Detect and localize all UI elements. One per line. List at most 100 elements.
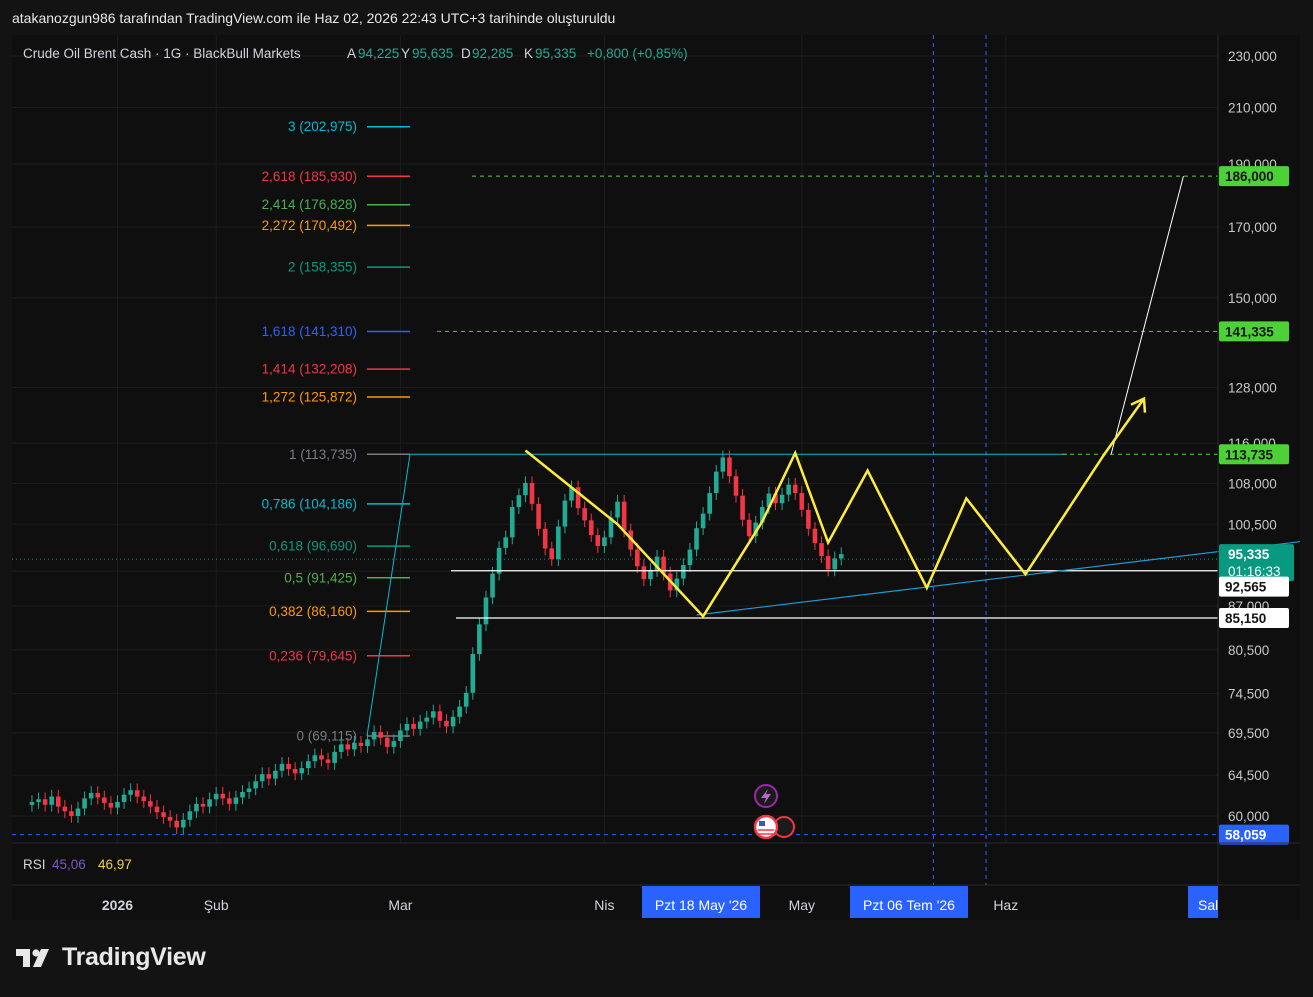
- time-tick-label: Şub: [204, 897, 229, 913]
- support-price-label: 92,565: [1225, 580, 1267, 595]
- event-icons[interactable]: [753, 784, 795, 840]
- crosshair-date-labels: Pzt 18 May '26 Pzt 06 Tem '26 Sal: [642, 886, 1218, 918]
- candle-body: [536, 503, 541, 529]
- candle-body: [832, 558, 837, 570]
- legend-d-label: D: [461, 46, 471, 61]
- candle-body: [720, 457, 726, 472]
- candle-body: [49, 796, 54, 805]
- fib-label: 3 (202,975): [288, 119, 357, 134]
- legend-k-value: 95,335: [535, 46, 576, 61]
- grid: [12, 35, 1218, 885]
- projection-line[interactable]: [1110, 175, 1184, 455]
- candle-body: [437, 711, 443, 721]
- candle-body: [549, 548, 555, 560]
- legend-y-value: 95,635: [412, 46, 453, 61]
- legend-ohlc: A 94,225 Y 95,635 D 92,285 K 95,335 +0,8…: [347, 46, 688, 61]
- candle-body: [69, 811, 74, 816]
- chart-attribution: atakanozgun986 tarafından TradingView.co…: [12, 10, 616, 26]
- price-tick-label: 69,500: [1228, 726, 1269, 741]
- price-tick-label: 108,000: [1228, 477, 1277, 492]
- fib-label: 1,618 (141,310): [262, 324, 357, 339]
- candle-body: [700, 513, 706, 529]
- candle-body: [82, 798, 87, 809]
- candle-body: [424, 717, 430, 722]
- candle-body: [450, 716, 456, 727]
- candle-body: [345, 744, 351, 750]
- fib-label: 0,786 (104,186): [262, 496, 357, 511]
- candle-body: [233, 797, 239, 804]
- target-price-label: 141,335: [1225, 324, 1274, 339]
- candle-body: [713, 471, 719, 494]
- fib-label: 2,414 (176,828): [262, 197, 357, 212]
- candles: [29, 450, 844, 835]
- candle-body: [167, 816, 173, 821]
- fib-label: 2,618 (185,930): [262, 169, 357, 184]
- candle-body: [621, 501, 627, 531]
- trend-line[interactable]: [696, 535, 1313, 616]
- legend-k-label: K: [524, 46, 533, 61]
- candle-body: [273, 770, 278, 779]
- candle-body: [75, 808, 81, 816]
- candle-body: [128, 790, 133, 795]
- support-price-label: 85,150: [1225, 611, 1266, 626]
- level-price-label: 113,735: [1225, 447, 1274, 462]
- candle-body: [134, 790, 140, 797]
- rsi-label: RSI: [23, 857, 46, 872]
- candle-body: [384, 737, 390, 747]
- flag-canton: [759, 821, 765, 826]
- candle-body: [398, 730, 403, 742]
- candle-body: [477, 624, 482, 654]
- candle-body: [727, 457, 732, 477]
- fib-label: 0,5 (91,425): [284, 570, 357, 585]
- fib-label: 1,272 (125,872): [262, 389, 357, 404]
- candle-body: [29, 802, 35, 805]
- candle-body: [457, 706, 462, 717]
- candle-body: [174, 820, 179, 828]
- candle-body: [312, 755, 318, 762]
- candle-body: [562, 500, 568, 527]
- legend-d-value: 92,285: [472, 46, 513, 61]
- candle-body: [306, 761, 311, 769]
- candle-body: [108, 802, 114, 808]
- time-tick-label: Mar: [388, 897, 412, 913]
- fib-label: 2,272 (170,492): [262, 218, 357, 233]
- candle-body: [529, 483, 535, 504]
- candle-body: [556, 526, 561, 560]
- candle-body: [595, 535, 601, 547]
- time-tick-label: Haz: [993, 897, 1018, 913]
- candle-body: [148, 801, 153, 807]
- candle-body: [694, 528, 699, 550]
- fib-label: 2 (158,355): [288, 260, 357, 275]
- candle-body: [615, 501, 620, 518]
- candle-body: [253, 781, 258, 789]
- target-price-label: 186,000: [1225, 169, 1274, 184]
- crosshair-date-1: Pzt 18 May '26: [655, 897, 747, 913]
- tradingview-logo-icon: [16, 948, 49, 967]
- price-chart[interactable]: 3 (202,975) 2,618 (185,930) 2,414 (176,828…: [12, 35, 1313, 920]
- fib-label: 1 (113,735): [289, 447, 357, 462]
- price-tick-label: 74,500: [1228, 687, 1269, 702]
- price-tick-label: 128,000: [1228, 380, 1277, 395]
- candle-body: [588, 520, 594, 536]
- candle-body: [213, 793, 219, 800]
- candle-body: [220, 793, 226, 799]
- candle-body: [509, 507, 515, 538]
- crosshair-date-2: Pzt 06 Tem '26: [863, 897, 955, 913]
- price-tick-label: 64,500: [1228, 768, 1269, 783]
- candle-body: [319, 755, 324, 760]
- chart-pane[interactable]: 3 (202,975) 2,618 (185,930) 2,414 (176,828…: [12, 35, 1313, 920]
- candle-body: [602, 537, 607, 547]
- candle-body: [391, 741, 397, 747]
- rsi-ma-value: 46,97: [98, 857, 132, 872]
- candle-body: [542, 528, 548, 549]
- tradingview-logo[interactable]: TradingView: [16, 943, 206, 972]
- price-tick-label: 210,000: [1228, 100, 1277, 115]
- price-axis[interactable]: 230,000210,000190,000170,000150,000128,0…: [1217, 35, 1294, 885]
- candle-body: [121, 794, 127, 803]
- candle-body: [227, 798, 232, 804]
- crosshair-date-partial: Sal: [1198, 897, 1218, 913]
- drawings[interactable]: [437, 175, 1313, 619]
- candle-body: [115, 802, 120, 808]
- legend-symbol: Crude Oil Brent Cash · 1G · BlackBull Ma…: [23, 46, 301, 61]
- candle-body: [200, 803, 206, 807]
